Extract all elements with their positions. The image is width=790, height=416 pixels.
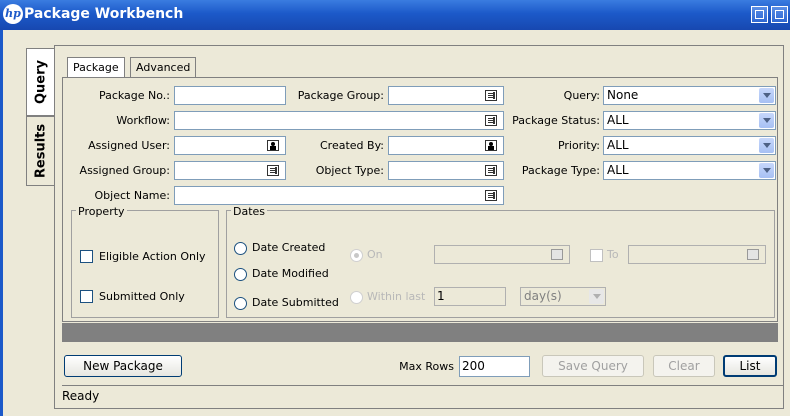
to-checkbox[interactable] xyxy=(590,249,603,262)
created-by-field[interactable] xyxy=(388,136,504,155)
date-modified-radio[interactable] xyxy=(234,268,247,281)
submitted-only-label: Submitted Only xyxy=(99,290,185,303)
property-legend: Property xyxy=(76,205,127,218)
dates-legend: Dates xyxy=(231,205,268,218)
on-radio[interactable] xyxy=(350,249,363,262)
minimize-button[interactable] xyxy=(751,6,768,23)
package-group-field[interactable] xyxy=(388,86,504,105)
max-rows-field[interactable]: 200 xyxy=(459,356,530,377)
list-picker-icon[interactable] xyxy=(485,165,497,176)
to-label: To xyxy=(607,248,619,261)
assigned-group-field[interactable] xyxy=(174,161,286,180)
within-unit-value: day(s) xyxy=(524,289,562,303)
minimize-icon xyxy=(755,10,764,19)
side-tab-results[interactable]: Results xyxy=(26,116,54,186)
priority-select[interactable]: ALL xyxy=(603,136,776,155)
window-title: Package Workbench xyxy=(24,6,184,22)
object-type-label: Object Type: xyxy=(315,164,384,177)
side-tab-results-label: Results xyxy=(33,123,48,179)
package-status-value: ALL xyxy=(607,113,629,127)
date-created-radio[interactable] xyxy=(234,242,247,255)
to-date-field[interactable] xyxy=(628,245,766,264)
package-type-select[interactable]: ALL xyxy=(603,161,776,180)
title-bar: hp Package Workbench xyxy=(0,0,790,30)
workflow-label: Workflow: xyxy=(116,114,170,127)
user-picker-icon[interactable] xyxy=(485,140,497,151)
tab-package[interactable]: Package xyxy=(67,57,125,78)
chevron-down-icon xyxy=(759,138,774,153)
assigned-user-field[interactable] xyxy=(174,136,286,155)
status-text: Ready xyxy=(62,389,100,403)
max-rows-label: Max Rows xyxy=(399,360,454,373)
list-button[interactable]: List xyxy=(723,355,777,377)
date-modified-label: Date Modified xyxy=(252,267,329,280)
priority-label: Priority: xyxy=(557,139,600,152)
tab-advanced[interactable]: Advanced xyxy=(130,57,197,77)
package-status-select[interactable]: ALL xyxy=(603,111,776,130)
date-submitted-label: Date Submitted xyxy=(252,296,339,309)
assigned-group-label: Assigned Group: xyxy=(79,164,170,177)
object-name-field[interactable] xyxy=(174,186,504,205)
priority-value: ALL xyxy=(607,138,629,152)
hp-logo-icon: hp xyxy=(3,4,23,24)
package-no-field[interactable] xyxy=(174,86,286,105)
query-select-value: None xyxy=(607,88,639,102)
side-tab-query-label: Query xyxy=(33,59,48,105)
splitter-bar[interactable] xyxy=(62,323,778,342)
chevron-down-icon xyxy=(589,289,604,304)
object-name-label: Object Name: xyxy=(94,189,170,202)
package-status-label: Package Status: xyxy=(512,114,600,127)
user-picker-icon[interactable] xyxy=(267,140,279,151)
package-group-label: Package Group: xyxy=(297,89,384,102)
within-last-radio[interactable] xyxy=(350,291,363,304)
list-picker-icon[interactable] xyxy=(485,190,497,201)
eligible-action-checkbox[interactable] xyxy=(80,250,93,263)
on-date-field[interactable] xyxy=(434,245,570,264)
date-submitted-radio[interactable] xyxy=(234,297,247,310)
list-picker-icon[interactable] xyxy=(485,90,497,101)
on-label: On xyxy=(367,248,383,261)
within-last-field[interactable]: 1 xyxy=(434,287,506,306)
side-tab-query[interactable]: Query xyxy=(26,48,54,116)
object-type-field[interactable] xyxy=(388,161,504,180)
list-picker-icon[interactable] xyxy=(267,165,279,176)
chevron-down-icon xyxy=(759,163,774,178)
new-package-button[interactable]: New Package xyxy=(64,355,182,377)
chevron-down-icon xyxy=(759,88,774,103)
list-picker-icon[interactable] xyxy=(485,115,497,126)
eligible-action-label: Eligible Action Only xyxy=(99,250,206,263)
assigned-user-label: Assigned User: xyxy=(88,139,170,152)
maximize-icon xyxy=(775,10,784,19)
status-bar: Ready xyxy=(62,385,784,407)
created-by-label: Created By: xyxy=(320,139,384,152)
maximize-button[interactable] xyxy=(771,6,788,23)
package-workbench-window: hp Package Workbench Query Results Packa… xyxy=(0,0,790,416)
save-query-button[interactable]: Save Query xyxy=(542,355,644,377)
package-type-label: Package Type: xyxy=(521,164,600,177)
package-type-value: ALL xyxy=(607,163,629,177)
within-last-label: Within last xyxy=(367,290,426,303)
query-label: Query: xyxy=(563,89,600,102)
within-unit-select[interactable]: day(s) xyxy=(520,287,606,306)
calendar-icon[interactable] xyxy=(747,249,759,260)
submitted-only-checkbox[interactable] xyxy=(80,290,93,303)
workflow-field[interactable] xyxy=(174,111,504,130)
calendar-icon[interactable] xyxy=(551,249,563,260)
chevron-down-icon xyxy=(759,113,774,128)
clear-button[interactable]: Clear xyxy=(653,355,715,377)
date-created-label: Date Created xyxy=(252,241,326,254)
query-select[interactable]: None xyxy=(603,86,776,105)
package-no-label: Package No.: xyxy=(98,89,170,102)
